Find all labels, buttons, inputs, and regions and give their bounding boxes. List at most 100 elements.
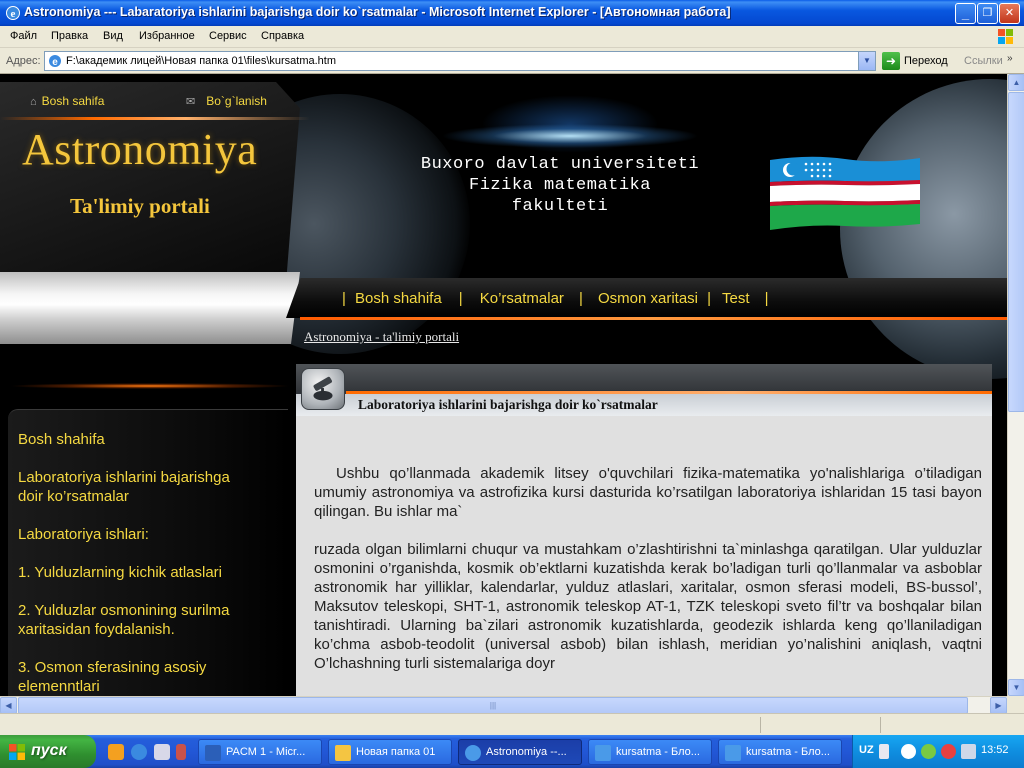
menu-tools[interactable]: Сервис — [209, 30, 247, 42]
nav-sky-map[interactable]: Osmon xaritasi — [598, 290, 698, 307]
task-label: Astronomiya --... — [486, 746, 567, 758]
nav-home[interactable]: Bosh shahifa — [355, 290, 442, 307]
paragraph-2: ruzada olgan bilimlarni chuqur va mustah… — [314, 541, 982, 672]
start-label: пуск — [31, 742, 67, 759]
go-arrow-icon: ➜ — [882, 52, 900, 70]
start-button[interactable]: пуск — [0, 735, 96, 768]
nav-links: | Bosh shahifa | Ko’rsatmalar | Osmon xa… — [336, 290, 781, 310]
scroll-down-icon[interactable]: ▼ — [1008, 679, 1024, 696]
go-button[interactable]: ➜ Переход — [882, 52, 952, 70]
quicklaunch-app-icon[interactable] — [176, 744, 186, 760]
university-line-2: Fizika matematika — [469, 176, 651, 195]
menu-edit[interactable]: Правка — [51, 30, 88, 42]
horizontal-scroll-thumb[interactable]: ||| — [18, 697, 968, 714]
address-input[interactable]: e F:\академик лицей\Новая папка 01\files… — [44, 51, 876, 71]
links-label[interactable]: Ссылки — [964, 55, 1003, 67]
task-button-word[interactable]: PACM 1 - Micr... — [198, 739, 322, 765]
quicklaunch-desktop-icon[interactable] — [154, 744, 170, 760]
status-bar — [0, 713, 1024, 735]
status-zone — [880, 717, 1024, 733]
top-link-contact-label: Bo`g`lanish — [206, 94, 267, 108]
silver-bar — [0, 272, 300, 344]
breadcrumb-link[interactable]: Astronomiya - ta'limiy portali — [304, 329, 459, 345]
close-button[interactable]: ✕ — [999, 3, 1020, 24]
nav-separator: | — [707, 290, 711, 307]
svg-text:e: e — [11, 8, 16, 20]
tray-volume-icon[interactable] — [961, 744, 976, 759]
nav-instructions[interactable]: Ko’rsatmalar — [480, 290, 564, 307]
chevron-right-icon[interactable]: » — [1007, 53, 1013, 64]
nav-separator: | — [579, 290, 583, 307]
content-header: Laboratoriya ishlarini bajarishga doir k… — [296, 364, 992, 416]
menu-view[interactable]: Вид — [103, 30, 123, 42]
orange-divider — [0, 117, 310, 120]
university-line-1: Buxoro davlat universiteti — [420, 155, 700, 174]
sidebar — [8, 409, 288, 696]
vertical-scroll-thumb[interactable] — [1008, 92, 1024, 412]
address-url: F:\академик лицей\Новая папка 01\files\k… — [66, 55, 336, 67]
address-bar: Адрес: e F:\академик лицей\Новая папка 0… — [0, 48, 1024, 74]
menu-favorites[interactable]: Избранное — [139, 30, 195, 42]
sidebar-item-home[interactable]: Bosh shahifa — [18, 430, 258, 449]
site-title: Astronomiya — [22, 125, 258, 174]
sidebar-item-instructions[interactable]: Laboratoriya ishlarini bajarishga doir k… — [18, 468, 258, 506]
scroll-left-icon[interactable]: ◀ — [0, 697, 17, 714]
mail-icon: ✉ — [186, 96, 196, 108]
windows-logo-icon — [998, 29, 1013, 44]
telescope-icon — [301, 368, 345, 410]
task-button-notepad-2[interactable]: kursatma - Бло... — [718, 739, 842, 765]
tray-back-icon[interactable] — [901, 744, 916, 759]
vertical-scrollbar[interactable]: ▲ ▼ — [1007, 74, 1024, 696]
nav-separator: | — [458, 290, 463, 307]
content-body: Ushbu qo’llanmada akademik litsey o'quvc… — [296, 416, 992, 696]
scroll-up-icon[interactable]: ▲ — [1008, 74, 1024, 91]
task-button-folder[interactable]: Новая папка 01 — [328, 739, 452, 765]
horizontal-scrollbar[interactable]: ◀ ||| ▶ — [0, 696, 1007, 714]
nav-test[interactable]: Test — [722, 290, 750, 307]
task-button-notepad-1[interactable]: kursatma - Бло... — [588, 739, 712, 765]
quicklaunch-ie-icon[interactable] — [131, 744, 147, 760]
minimize-button[interactable]: _ — [955, 3, 976, 24]
task-label: Новая папка 01 — [356, 746, 436, 758]
site-subtitle: Ta'limiy portali — [70, 194, 210, 218]
clock[interactable]: 13:52 — [981, 744, 1009, 756]
page-viewport: ⌂ Bosh sahifa ✉ Bo`g`lanish Astronomiya Ta… — [0, 74, 1007, 696]
tray-security-icon[interactable] — [921, 744, 936, 759]
sidebar-glow — [0, 379, 290, 393]
task-label: kursatma - Бло... — [616, 746, 700, 758]
task-label: kursatma - Бло... — [746, 746, 830, 758]
tray-network-icon[interactable] — [879, 744, 889, 759]
sidebar-item-lab-works: Laboratoriya ishlari: — [18, 526, 149, 543]
tray-antivirus-icon[interactable] — [941, 744, 956, 759]
language-indicator[interactable]: UZ — [859, 744, 874, 756]
maximize-button[interactable]: ❐ — [977, 3, 998, 24]
window-title: Astronomiya --- Labaratoriya ishlarini b… — [24, 5, 731, 19]
sidebar-item-lab-1[interactable]: 1. Yulduzlarning kichik atlaslari — [18, 563, 258, 582]
task-button-browser[interactable]: Astronomiya --... — [458, 739, 582, 765]
top-link-contact[interactable]: ✉ Bo`g`lanish — [186, 94, 267, 108]
taskbar: пуск PACM 1 - Micr... Новая папка 01 Ast… — [0, 735, 1024, 768]
quicklaunch-media-icon[interactable] — [108, 744, 124, 760]
system-tray: UZ 13:52 — [852, 735, 1024, 768]
menu-help[interactable]: Справка — [261, 30, 304, 42]
scroll-right-icon[interactable]: ▶ — [990, 697, 1007, 714]
task-label: PACM 1 - Micr... — [226, 746, 306, 758]
top-link-home-label: Bosh sahifa — [41, 94, 105, 108]
content-title: Laboratoriya ishlarini bajarishga doir k… — [358, 397, 658, 412]
notepad-icon — [725, 745, 741, 761]
menu-file[interactable]: Файл — [10, 30, 37, 42]
top-link-home[interactable]: ⌂ Bosh sahifa — [30, 94, 104, 108]
menu-bar: Файл Правка Вид Избранное Сервис Справка — [0, 26, 1024, 48]
title-bar[interactable]: e Astronomiya --- Labaratoriya ishlarini… — [0, 0, 1024, 26]
uzbekistan-flag-icon — [770, 156, 920, 230]
word-icon — [205, 745, 221, 761]
address-label: Адрес: — [6, 55, 41, 67]
notepad-icon — [595, 745, 611, 761]
sidebar-item-lab-2[interactable]: 2. Yulduzlar osmonining surilma xaritasi… — [18, 601, 268, 639]
status-segment — [760, 717, 880, 733]
nav-separator: | — [342, 290, 346, 307]
sidebar-item-lab-3[interactable]: 3. Osmon sferasining asosiy elemenntlari — [18, 658, 238, 696]
paragraph-1: Ushbu qo’llanmada akademik litsey o'quvc… — [314, 465, 982, 520]
university-name: Buxoro davlat universiteti Fizika matema… — [385, 154, 735, 217]
address-dropdown-icon[interactable]: ▼ — [858, 52, 875, 70]
